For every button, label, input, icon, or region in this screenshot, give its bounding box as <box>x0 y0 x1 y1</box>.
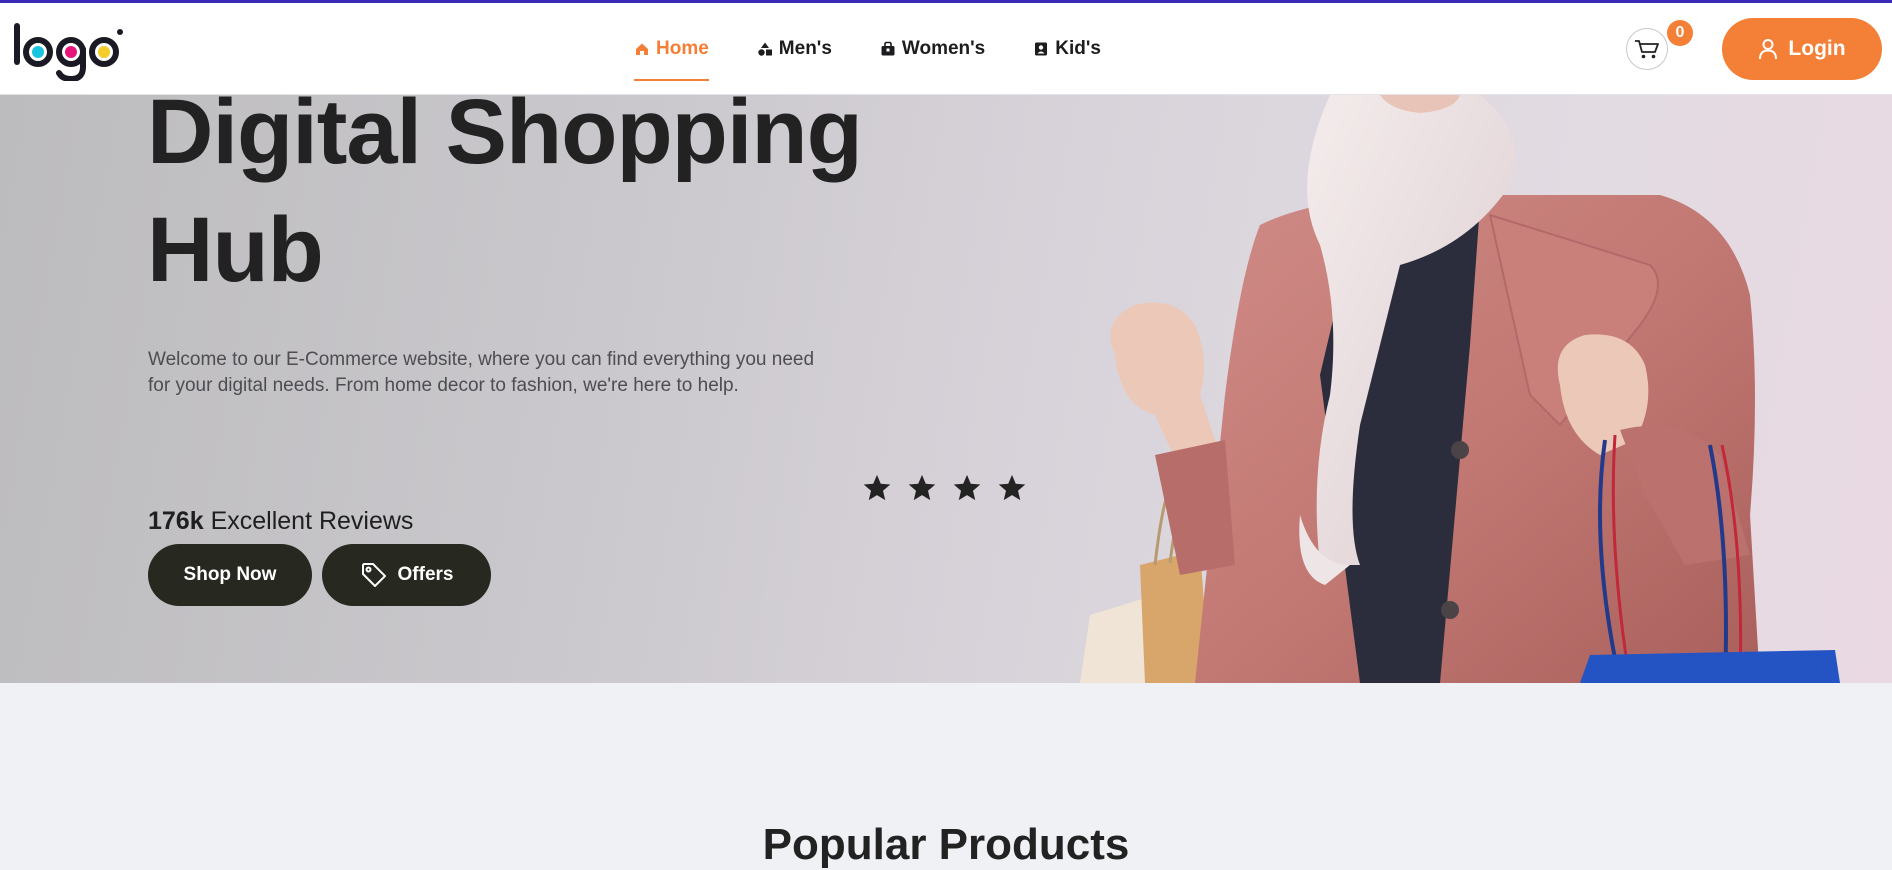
rating-stars <box>862 473 1027 503</box>
hero-description: Welcome to our E-Commerce website, where… <box>148 349 815 396</box>
user-icon <box>1759 39 1778 60</box>
star-icon <box>908 474 936 501</box>
logo[interactable]: logo <box>12 19 124 81</box>
star-icon <box>953 474 981 501</box>
shopping-cart-icon <box>1635 40 1659 59</box>
star-icon <box>998 474 1026 501</box>
cart-button[interactable] <box>1626 28 1668 70</box>
review-count: 176k <box>148 507 204 535</box>
nav-kids-label: Kid's <box>1055 38 1101 59</box>
cart-count-badge: 0 <box>1667 20 1693 46</box>
shop-now-button[interactable]: Shop Now <box>148 544 312 606</box>
nav-mens[interactable]: Men's <box>757 3 832 95</box>
nav-mens-label: Men's <box>778 38 832 59</box>
nav-home[interactable]: Home <box>634 3 709 95</box>
tag-icon <box>361 563 386 587</box>
offers-label: Offers <box>397 564 454 585</box>
hero-shopping-woman-image <box>1080 95 1840 683</box>
offers-button[interactable]: Offers <box>322 544 491 606</box>
star-icon <box>863 474 891 501</box>
contact-icon <box>1035 42 1048 56</box>
bag-icon <box>881 41 895 56</box>
hero-title: Digital Shopping Hub <box>147 95 863 301</box>
login-label: Login <box>1788 37 1846 60</box>
nav-womens-label: Women's <box>901 38 986 59</box>
nav-home-label: Home <box>656 38 709 59</box>
review-label: Excellent Reviews <box>210 507 414 535</box>
nav-womens[interactable]: Women's <box>880 3 985 95</box>
main-nav: Home Men's Women's Kid's <box>634 3 1101 95</box>
shapes-icon <box>758 42 772 56</box>
login-button[interactable]: Login <box>1722 18 1882 80</box>
home-icon <box>636 43 648 55</box>
site-header: logo Home Men's <box>0 3 1892 95</box>
hero-banner: Digital Shopping Hub Welcome to our E-Co… <box>0 95 1892 683</box>
popular-products-heading: Popular Products <box>762 820 1130 869</box>
reviews-summary: 176k Excellent Reviews <box>148 507 413 536</box>
nav-kids[interactable]: Kid's <box>1033 3 1101 95</box>
shop-now-label: Shop Now <box>183 564 277 585</box>
